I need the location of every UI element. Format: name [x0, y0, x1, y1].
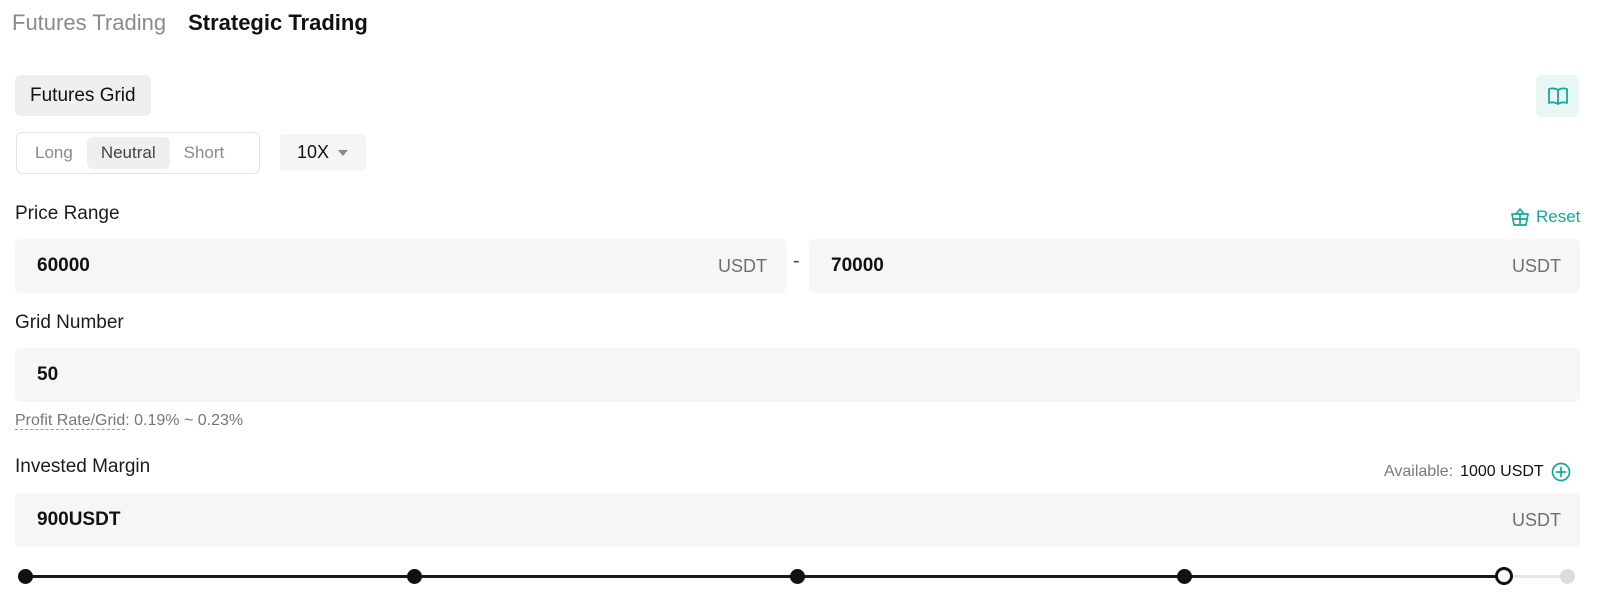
- add-funds-button[interactable]: [1551, 462, 1571, 482]
- upper-price-field: USDT: [809, 239, 1580, 293]
- direction-short[interactable]: Short: [170, 137, 239, 169]
- leverage-value: 10X: [297, 142, 330, 162]
- available-balance: Available: 1000 USDT: [1384, 462, 1571, 482]
- slider-track-filled: [26, 575, 1504, 578]
- reset-label: Reset: [1536, 207, 1581, 226]
- lower-price-input[interactable]: [37, 255, 718, 277]
- guide-button[interactable]: [1536, 75, 1579, 117]
- upper-price-unit: USDT: [1512, 255, 1561, 276]
- available-value: 1000 USDT: [1460, 463, 1544, 480]
- direction-selector: Long Neutral Short: [16, 132, 260, 174]
- plus-circle-icon: [1551, 462, 1571, 482]
- tab-strategic-trading[interactable]: Strategic Trading: [188, 10, 368, 36]
- profit-rate-label[interactable]: Profit Rate/Grid: [15, 412, 126, 430]
- available-label: Available:: [1384, 463, 1454, 480]
- futures-grid-button[interactable]: Futures Grid: [15, 75, 151, 116]
- caret-down-icon: [338, 149, 349, 156]
- direction-neutral[interactable]: Neutral: [86, 137, 170, 169]
- slider-mark-0[interactable]: [18, 569, 33, 584]
- profit-rate-value: : 0.19% ~ 0.23%: [125, 412, 244, 429]
- reset-button[interactable]: Reset: [1510, 207, 1580, 227]
- tab-futures-trading[interactable]: Futures Trading: [12, 10, 166, 36]
- price-range-label: Price Range: [15, 203, 120, 224]
- direction-long[interactable]: Long: [21, 137, 87, 169]
- invested-margin-unit: USDT: [1512, 509, 1561, 530]
- slider-track-empty: [1504, 575, 1568, 578]
- book-icon: [1547, 87, 1568, 105]
- profit-rate: Profit Rate/Grid: 0.19% ~ 0.23%: [15, 412, 243, 430]
- invested-margin-input[interactable]: [37, 509, 1512, 531]
- slider-mark-25[interactable]: [407, 569, 422, 584]
- invested-margin-field: USDT: [15, 493, 1580, 547]
- slider-mark-50[interactable]: [790, 569, 805, 584]
- slider-mark-100[interactable]: [1560, 569, 1575, 584]
- top-tabs: Futures Trading Strategic Trading: [12, 10, 368, 36]
- lower-price-field: USDT: [15, 239, 786, 293]
- grid-number-label: Grid Number: [15, 312, 124, 333]
- basket-icon: [1511, 208, 1529, 226]
- margin-slider[interactable]: [0, 560, 1600, 590]
- slider-mark-75[interactable]: [1177, 569, 1192, 584]
- grid-number-field: [15, 348, 1580, 402]
- slider-handle[interactable]: [1495, 567, 1513, 585]
- lower-price-unit: USDT: [718, 255, 767, 276]
- upper-price-input[interactable]: [831, 255, 1512, 277]
- grid-number-input[interactable]: [37, 364, 1561, 386]
- leverage-dropdown[interactable]: 10X: [280, 134, 366, 171]
- invested-margin-label: Invested Margin: [15, 456, 151, 477]
- range-separator: -: [793, 250, 800, 272]
